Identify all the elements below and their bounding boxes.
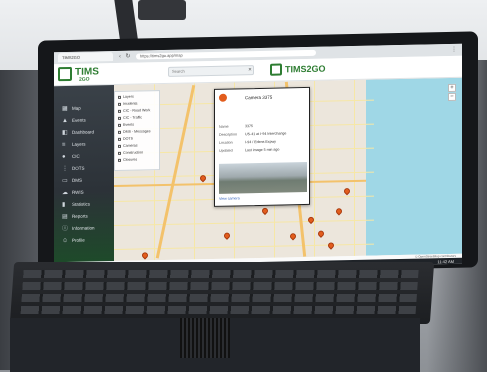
camera-popup: Camera 3375 Name 3375 Description US-41 at… <box>214 86 310 207</box>
close-icon[interactable]: × <box>246 66 254 74</box>
laptop-vent <box>180 318 230 358</box>
checkbox[interactable] <box>118 144 121 148</box>
zoom-out-button[interactable]: − <box>448 92 456 102</box>
popup-detail-row: Location I-94 / Edens Expwy <box>219 139 276 145</box>
checkbox[interactable] <box>118 130 121 134</box>
layer-item[interactable]: Cameras <box>118 142 158 149</box>
checkbox[interactable] <box>118 137 121 141</box>
sidebar-item-map[interactable]: ▦ Map <box>54 103 114 114</box>
checkbox[interactable] <box>118 116 121 120</box>
map-road <box>354 79 355 256</box>
alert-icon: ▲ <box>62 117 68 125</box>
sidebar-item-statistics[interactable]: ▮ Statistics <box>54 199 114 210</box>
center-logo-icon <box>270 63 282 76</box>
reload-icon[interactable]: ↻ <box>124 53 132 61</box>
event-marker[interactable] <box>316 229 326 238</box>
sidebar-item-dashboard[interactable]: ◧ Dashboard <box>54 127 114 138</box>
layer-panel: Layers Incidents CIC - Road Work CIC - T… <box>114 90 160 172</box>
sidebar-item-events[interactable]: ▲ Events <box>54 115 114 126</box>
weather-icon: ☁ <box>62 189 68 197</box>
sidebar-item-cic[interactable]: ● CIC <box>54 151 114 162</box>
event-marker[interactable] <box>334 207 344 216</box>
checkbox[interactable] <box>118 158 121 162</box>
sidebar-logo-sub: 2GO <box>79 76 90 83</box>
checkbox[interactable] <box>118 109 121 113</box>
report-icon: ▤ <box>62 213 68 221</box>
sidebar-item-rwis[interactable]: ☁ RWIS <box>54 187 114 198</box>
sidebar-item-dots[interactable]: ⋮ DOTS <box>54 163 114 174</box>
checkbox[interactable] <box>118 123 121 127</box>
highway <box>155 84 196 259</box>
sidebar-item-information[interactable]: ⓘ Information <box>54 223 114 234</box>
sidebar-item-layers[interactable]: ≡ Layers <box>54 139 114 150</box>
road-icon: ⋮ <box>62 165 68 173</box>
popup-title: Camera 3375 <box>245 94 273 101</box>
layer-item[interactable]: Layers <box>118 93 158 100</box>
event-marker[interactable] <box>222 231 232 240</box>
search-input[interactable]: Search <box>168 65 254 77</box>
view-camera-link[interactable]: View camera <box>219 196 240 200</box>
lake-area <box>366 77 462 256</box>
url-field[interactable]: https://tims2go.app/map <box>136 49 316 60</box>
zoom-in-button[interactable]: + <box>448 83 456 93</box>
map-road <box>114 219 374 227</box>
user-icon: ☺ <box>62 237 69 245</box>
layer-item[interactable]: DOTS <box>118 135 158 142</box>
browser-tab[interactable]: TIMS2GO <box>58 52 113 63</box>
arrow-left-icon[interactable]: ‹ <box>116 53 124 61</box>
chart-icon: ▮ <box>62 202 66 209</box>
laptop-mount-clamp <box>138 0 186 20</box>
camera-marker-icon <box>219 93 227 102</box>
key-row <box>23 270 419 278</box>
layer-item[interactable]: Closures <box>118 156 158 163</box>
layer-item[interactable]: DMS - Messages <box>118 128 158 135</box>
event-marker[interactable] <box>260 206 270 216</box>
sidebar: ▦ Map ▲ Events ◧ Dashboard ≡ Layers ● CIC ⋮ DO… <box>54 85 114 263</box>
center-logo-text: TIMS2GO <box>285 63 326 75</box>
popup-detail-row: Description US-41 at I-94 Interchange <box>219 131 287 137</box>
sidebar-item-dms[interactable]: ▭ DMS <box>54 175 114 186</box>
sidebar-item-profile[interactable]: ☺ Profile <box>54 235 114 246</box>
laptop-screen: TIMS2GO ‹ ↻ https://tims2go.app/map ⋮ TI… <box>54 43 462 273</box>
kebab-menu-icon[interactable]: ⋮ <box>450 46 458 54</box>
event-marker[interactable] <box>342 186 352 196</box>
event-marker[interactable] <box>288 232 298 241</box>
map-road <box>194 83 195 260</box>
key-row <box>22 282 418 290</box>
laptop-keyboard <box>9 262 435 324</box>
camera-icon: ● <box>62 154 66 161</box>
photo-scene: TIMS2GO ‹ ↻ https://tims2go.app/map ⋮ TI… <box>0 0 487 372</box>
layer-item[interactable]: Construction <box>118 149 158 156</box>
map-icon: ▦ <box>62 105 68 113</box>
camera-snapshot[interactable] <box>219 161 307 194</box>
map-road <box>314 80 315 257</box>
layer-item[interactable]: Incidents <box>118 100 158 107</box>
sign-icon: ▭ <box>62 177 68 185</box>
layer-item[interactable]: Events <box>118 121 158 128</box>
info-icon: ⓘ <box>62 225 69 233</box>
event-marker[interactable] <box>326 241 336 250</box>
checkbox[interactable] <box>118 102 121 106</box>
popup-detail-row: Name 3375 <box>219 124 253 129</box>
checkbox[interactable] <box>118 95 121 99</box>
map-road <box>114 243 374 251</box>
layer-item[interactable]: CIC - Traffic <box>118 114 158 121</box>
checkbox[interactable] <box>118 151 121 155</box>
event-marker[interactable] <box>140 251 150 260</box>
key-row <box>21 294 417 302</box>
dashboard-icon: ◧ <box>62 129 68 137</box>
layers-icon: ≡ <box>62 142 66 149</box>
layer-item[interactable]: CIC - Road Work <box>118 107 158 114</box>
logo-icon <box>58 66 72 82</box>
sidebar-item-reports[interactable]: ▤ Reports <box>54 211 114 222</box>
popup-detail-row: Updated Last image 5 min ago <box>219 147 280 153</box>
key-row <box>20 306 417 314</box>
